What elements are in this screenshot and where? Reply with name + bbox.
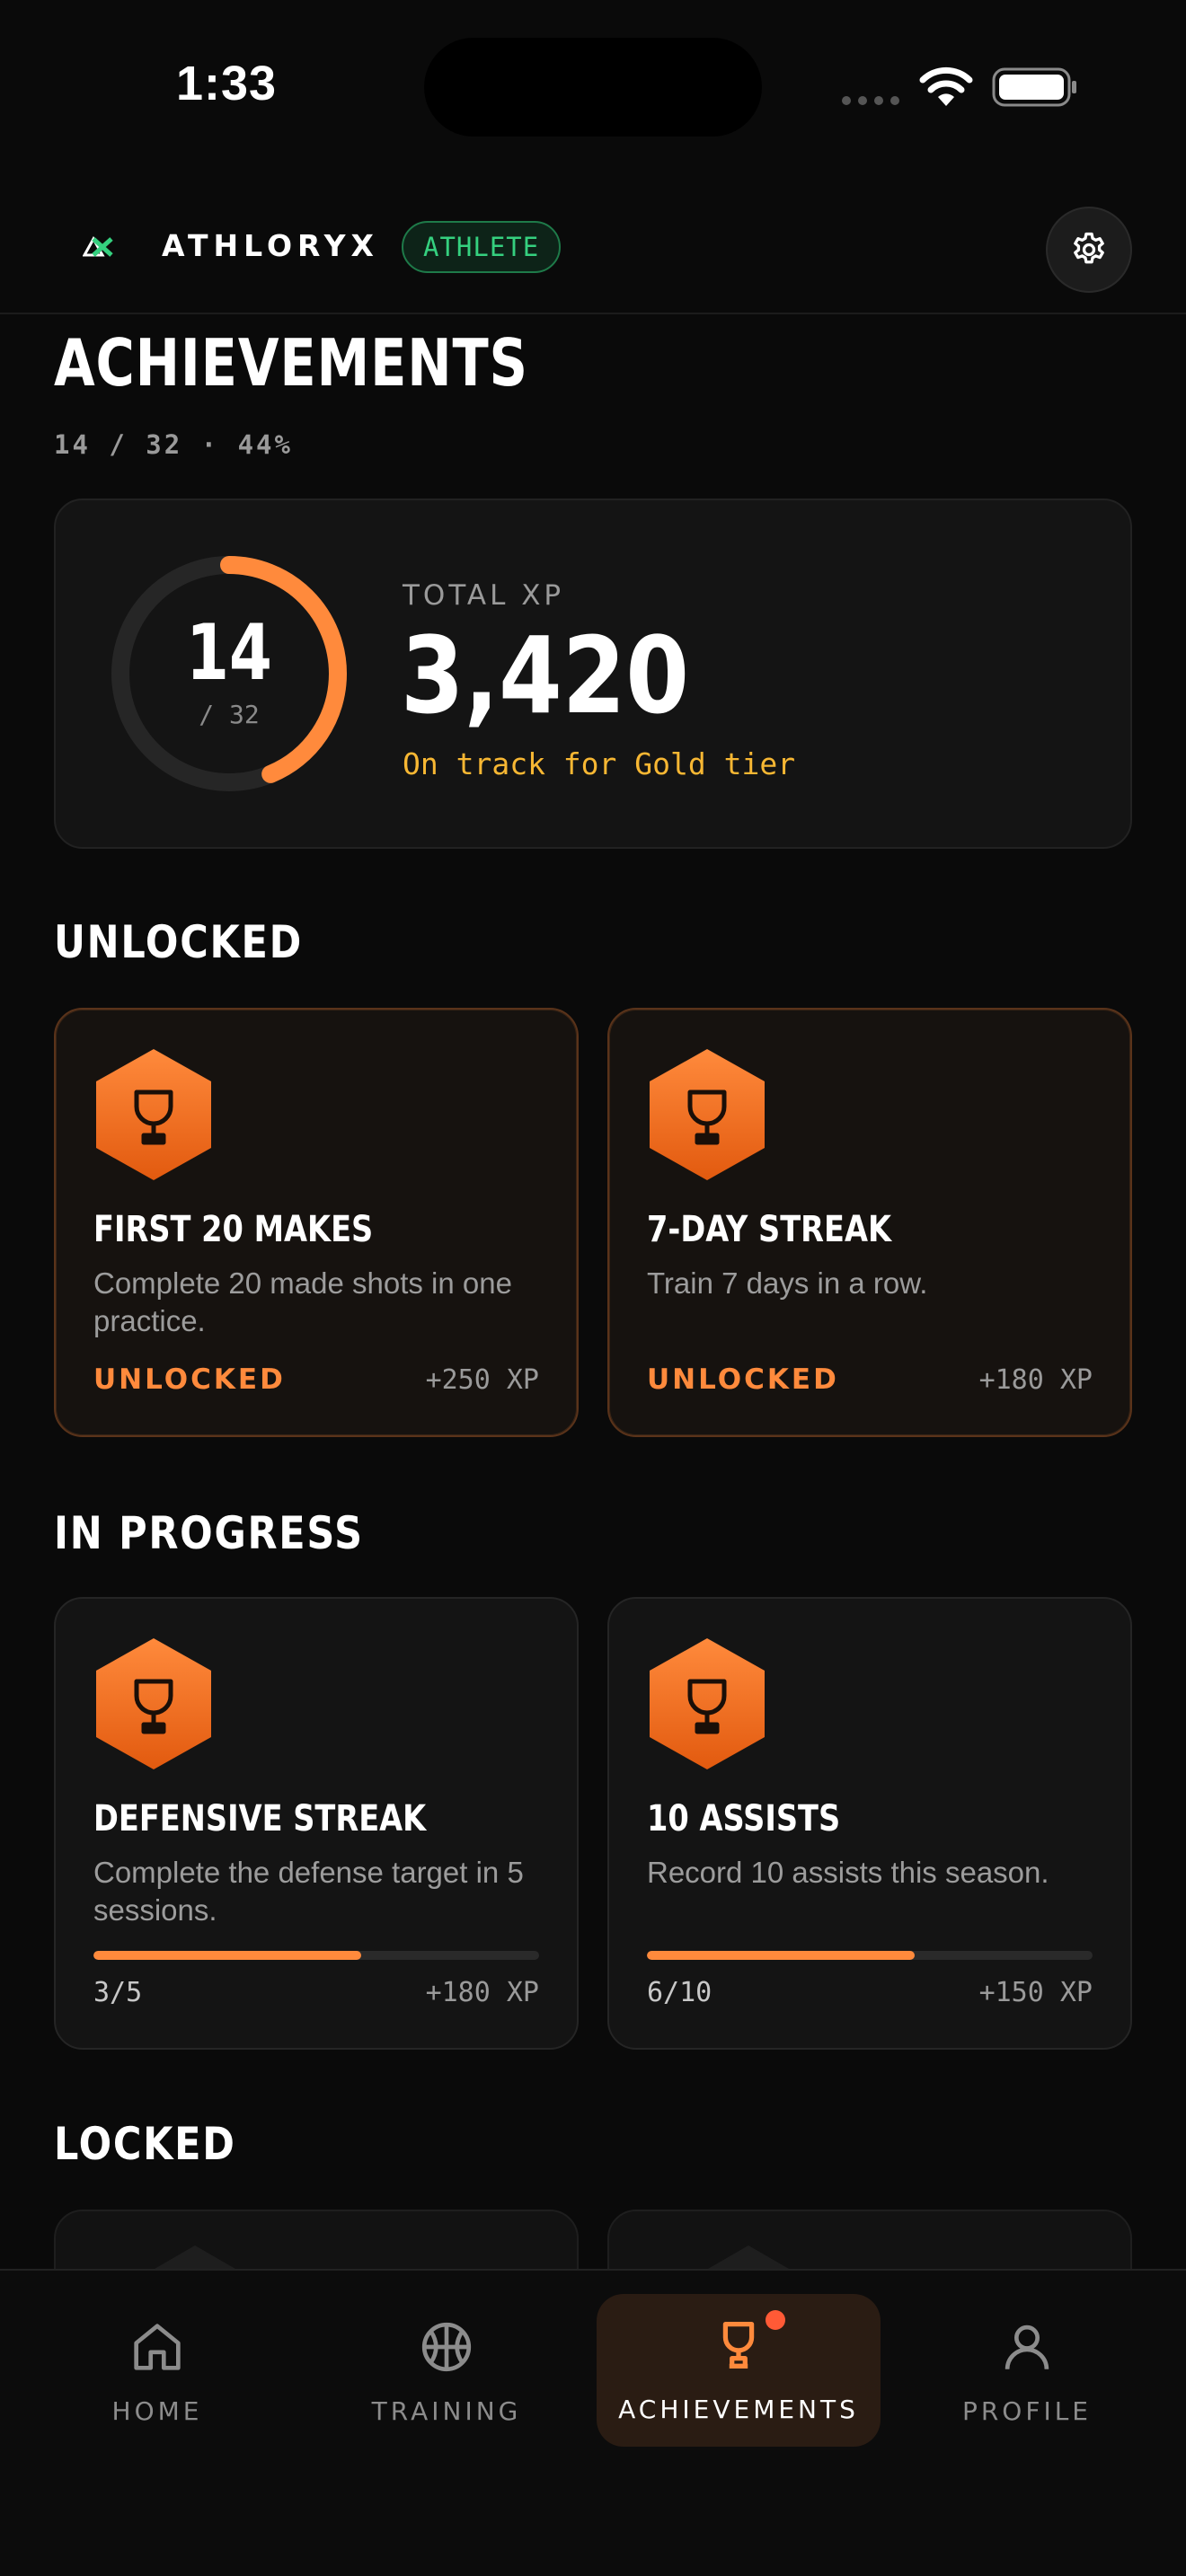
user-icon xyxy=(1005,2325,1049,2369)
achievement-card[interactable]: FIRST 20 MAKES Complete 20 made shots in… xyxy=(54,1008,579,1437)
gear-icon xyxy=(1074,232,1104,264)
achievement-description: Complete the defense target in 5 session… xyxy=(93,1856,524,1927)
section-title-locked: LOCKED xyxy=(54,2118,236,2170)
achievement-xp: +250 XP xyxy=(425,1364,539,1396)
logo-icon xyxy=(83,235,113,257)
achievement-card[interactable]: DEFENSIVE STREAK Complete the defense ta… xyxy=(54,1597,579,2050)
tier-status: On track for Gold tier xyxy=(403,746,796,781)
progress-bar-fill xyxy=(647,1951,915,1960)
nav-label: ACHIEVEMENTS xyxy=(618,2395,859,2424)
trophy-icon xyxy=(650,1638,765,1769)
progress-bar xyxy=(647,1951,1093,1960)
achievement-description: Record 10 assists this season. xyxy=(647,1856,1049,1889)
basketball-icon xyxy=(421,2322,472,2372)
section-title-in-progress: IN PROGRESS xyxy=(54,1507,364,1559)
nav-item-profile[interactable]: PROFILE xyxy=(909,2296,1145,2448)
nav-label: HOME xyxy=(111,2396,203,2426)
achievement-xp: +150 XP xyxy=(978,1977,1093,2008)
status-time: 1:33 xyxy=(176,57,278,110)
achievement-title: 10 ASSISTS xyxy=(647,1798,841,1839)
trophy-icon xyxy=(722,2322,755,2369)
achievement-description: Complete 20 made shots in one practice. xyxy=(93,1266,512,1337)
trophy-icon xyxy=(96,1638,211,1769)
nav-item-home[interactable]: HOME xyxy=(40,2296,275,2448)
role-badge: ATHLETE xyxy=(402,221,562,273)
brand-name: ATHLORYX xyxy=(162,228,379,263)
achievement-card[interactable]: 7-DAY STREAK Train 7 days in a row. UNLO… xyxy=(607,1008,1132,1437)
progress-summary: 14 / 32 · 44% xyxy=(54,429,293,460)
progress-bar-fill xyxy=(93,1951,361,1960)
progress-bar xyxy=(93,1951,539,1960)
nav-item-training[interactable]: TRAINING xyxy=(329,2296,564,2448)
progress-count: 6/10 xyxy=(647,1977,712,2008)
cellular-signal-icon xyxy=(842,96,899,105)
dynamic-island xyxy=(424,38,762,137)
achievement-title: FIRST 20 MAKES xyxy=(93,1209,374,1250)
xp-value: 3,420 xyxy=(401,613,689,737)
progress-count: 3/5 xyxy=(93,1977,143,2008)
unlocked-count: 14 xyxy=(186,608,272,698)
xp-summary-card: 14 / 32 TOTAL XP 3,420 On track for Gold… xyxy=(54,498,1132,849)
home-icon xyxy=(134,2324,181,2370)
nav-label: TRAINING xyxy=(371,2396,522,2426)
nav-item-achievements[interactable]: ACHIEVEMENTS xyxy=(597,2294,881,2447)
achievement-title: DEFENSIVE STREAK xyxy=(93,1798,427,1839)
achievement-card[interactable]: 10 ASSISTS Record 10 assists this season… xyxy=(607,1597,1132,2050)
status-bar: 1:33 xyxy=(0,0,1186,171)
xp-label: TOTAL XP xyxy=(403,579,565,612)
achievement-status: UNLOCKED xyxy=(647,1363,839,1396)
notification-dot xyxy=(766,2310,785,2330)
bottom-nav: HOME TRAINING ACHIEVEMENTS PROFILE xyxy=(0,2269,1186,2576)
achievement-title: 7-DAY STREAK xyxy=(647,1209,892,1250)
page-title: ACHIEVEMENTS xyxy=(54,325,528,401)
trophy-icon xyxy=(96,1049,211,1180)
section-title-unlocked: UNLOCKED xyxy=(54,916,304,968)
nav-label: PROFILE xyxy=(961,2396,1093,2426)
achievement-xp: +180 XP xyxy=(425,1977,539,2008)
settings-button[interactable] xyxy=(1046,207,1132,293)
app-header: ATHLORYX ATHLETE xyxy=(0,171,1186,314)
total-count: / 32 xyxy=(199,700,260,729)
achievement-status: UNLOCKED xyxy=(93,1363,286,1396)
wifi-icon xyxy=(919,66,973,106)
achievement-description: Train 7 days in a row. xyxy=(647,1266,928,1300)
achievement-xp: +180 XP xyxy=(978,1364,1093,1396)
battery-icon xyxy=(992,67,1076,107)
trophy-icon xyxy=(650,1049,765,1180)
